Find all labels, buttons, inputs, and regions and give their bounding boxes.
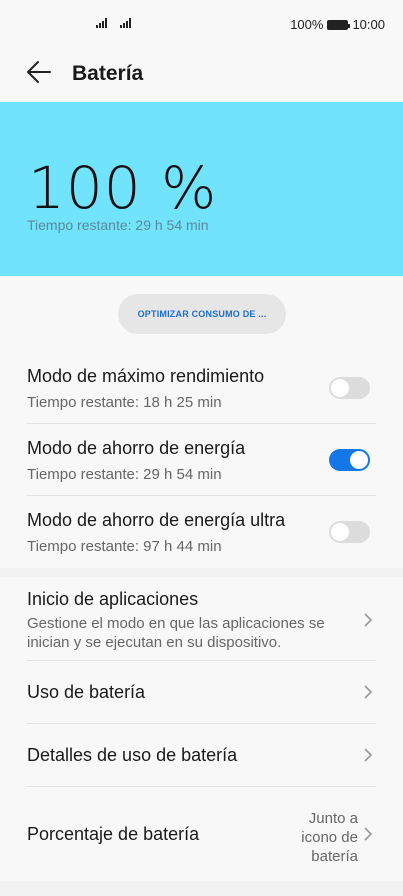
app-header: Batería	[0, 48, 403, 102]
remaining-time: Tiempo restante: 29 h 54 min	[27, 217, 209, 233]
mode-row-power-saving[interactable]: Modo de ahorro de energía Tiempo restant…	[0, 432, 403, 502]
back-button[interactable]	[24, 58, 56, 86]
mode-row-ultra-power-saving[interactable]: Modo de ahorro de energía ultra Tiempo r…	[0, 504, 403, 568]
battery-percent-text: 100%	[290, 17, 324, 32]
battery-hero: 100 % Tiempo restante: 29 h 54 min	[0, 102, 403, 276]
clock-text: 10:00	[352, 17, 385, 32]
chevron-right-icon	[364, 613, 373, 627]
status-right: 100% 10:00	[290, 17, 385, 32]
back-arrow-icon	[27, 61, 51, 83]
settings-row-battery-details[interactable]: Detalles de uso de batería	[0, 724, 403, 787]
signal-icon	[96, 18, 107, 28]
divider	[27, 423, 376, 424]
settings-title: Detalles de uso de batería	[27, 745, 238, 765]
power-saving-toggle[interactable]	[329, 449, 370, 471]
ultra-power-saving-toggle[interactable]	[329, 521, 370, 543]
battery-icon	[327, 19, 351, 30]
settings-title: Uso de batería	[27, 682, 146, 702]
mode-title: Modo de ahorro de energía ultra	[27, 510, 286, 530]
settings-title: Porcentaje de batería	[27, 824, 200, 844]
page-title: Batería	[72, 62, 144, 85]
divider	[27, 495, 376, 496]
battery-percentage-value: Junto a icono de batería	[301, 810, 358, 865]
settings-section: Inicio de aplicaciones Gestione el modo …	[0, 577, 403, 881]
chevron-right-icon	[364, 685, 373, 699]
signal-icon-2	[120, 18, 131, 28]
max-performance-toggle[interactable]	[329, 377, 370, 399]
mode-row-max-performance[interactable]: Modo de máximo rendimiento Tiempo restan…	[0, 360, 403, 430]
status-bar: 100% 10:00	[0, 0, 403, 48]
settings-subtitle: Gestione el modo en que las aplicaciones…	[27, 615, 325, 651]
settings-title: Inicio de aplicaciones	[27, 589, 199, 609]
settings-row-battery-usage[interactable]: Uso de batería	[0, 661, 403, 724]
mode-subtitle: Tiempo restante: 29 h 54 min	[27, 466, 222, 483]
mode-title: Modo de máximo rendimiento	[27, 366, 265, 386]
chevron-right-icon	[364, 748, 373, 762]
settings-row-battery-percentage[interactable]: Porcentaje de batería Junto a icono de b…	[0, 787, 403, 881]
settings-row-app-launch[interactable]: Inicio de aplicaciones Gestione el modo …	[0, 577, 403, 661]
battery-percentage: 100 %	[28, 154, 218, 222]
optimize-button[interactable]: OPTIMIZAR CONSUMO DE ...	[118, 294, 286, 334]
modes-section: OPTIMIZAR CONSUMO DE ... Modo de máximo …	[0, 276, 403, 568]
chevron-right-icon	[364, 827, 373, 841]
mode-title: Modo de ahorro de energía	[27, 438, 246, 458]
mode-subtitle: Tiempo restante: 18 h 25 min	[27, 394, 222, 411]
mode-subtitle: Tiempo restante: 97 h 44 min	[27, 538, 222, 555]
